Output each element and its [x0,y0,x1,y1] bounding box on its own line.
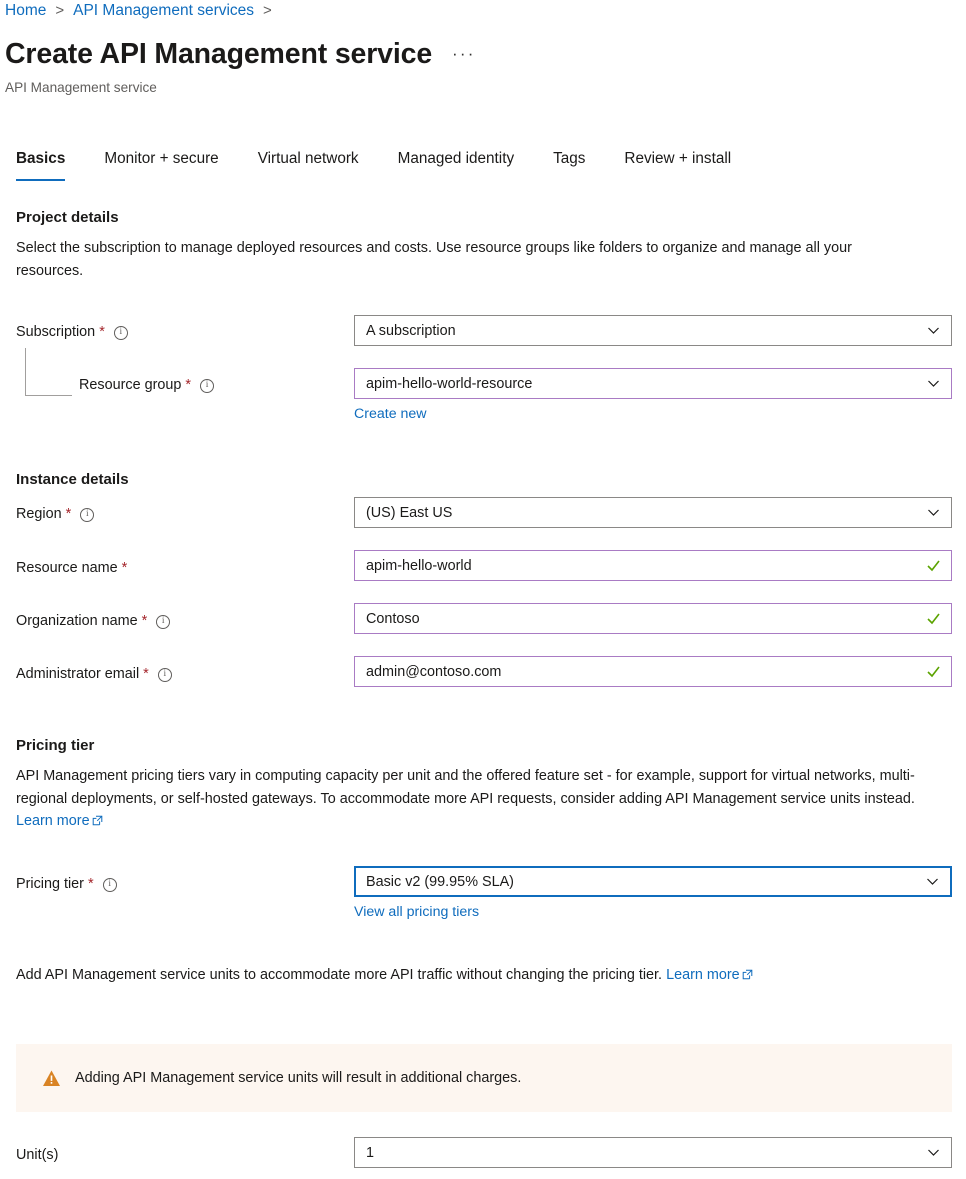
organization-name-input[interactable]: Contoso [354,603,952,634]
warning-triangle-icon [42,1069,61,1088]
breadcrumb-separator-icon: > [263,0,272,22]
breadcrumb-item-home[interactable]: Home [5,0,46,22]
info-icon[interactable]: i [156,615,170,629]
region-value: (US) East US [366,505,927,521]
subscription-label: Subscription * i [16,322,128,342]
chevron-down-icon [927,324,940,337]
title-row: Create API Management service ··· [5,36,478,72]
subscription-dropdown[interactable]: A subscription [354,315,952,346]
page-title: Create API Management service [5,36,432,72]
chevron-down-icon [927,377,940,390]
pricing-tier-value: Basic v2 (99.95% SLA) [366,874,926,890]
project-details-description: Select the subscription to manage deploy… [16,237,916,282]
external-link-icon [92,811,103,822]
required-marker: * [66,504,72,524]
resource-name-value: apim-hello-world [366,558,926,574]
external-link-icon [742,965,753,976]
valid-check-icon [926,611,941,626]
required-marker: * [88,874,94,894]
tab-virtual-network[interactable]: Virtual network [258,148,359,181]
section-heading-instance-details: Instance details [16,469,129,490]
resource-group-tree-connector [25,348,72,396]
region-label: Region * i [16,504,94,524]
pricing-tier-label-text: Pricing tier [16,874,84,894]
view-all-pricing-tiers-link[interactable]: View all pricing tiers [354,902,479,922]
required-marker: * [185,375,191,395]
tab-review-install[interactable]: Review + install [624,148,731,181]
breadcrumb: Home > API Management services > [5,0,272,22]
create-new-resource-group-link[interactable]: Create new [354,404,427,424]
section-heading-project-details: Project details [16,207,119,228]
resource-group-label: Resource group * i [79,375,214,395]
section-heading-pricing-tier: Pricing tier [16,735,94,756]
units-description-text: Add API Management service units to acco… [16,967,666,983]
tab-managed-identity[interactable]: Managed identity [398,148,515,181]
tab-basics[interactable]: Basics [16,148,65,181]
pricing-tier-learn-more-text: Learn more [16,813,90,829]
units-value: 1 [366,1145,927,1161]
units-learn-more-link[interactable]: Learn more [666,967,753,983]
administrator-email-value: admin@contoso.com [366,664,926,680]
pricing-tier-label: Pricing tier * i [16,874,117,894]
organization-name-label-text: Organization name [16,611,138,631]
required-marker: * [142,611,148,631]
required-marker: * [143,664,149,684]
page-subtitle: API Management service [5,78,157,97]
info-icon[interactable]: i [114,326,128,340]
units-label: Unit(s) [16,1145,58,1165]
chevron-down-icon [927,506,940,519]
required-marker: * [99,322,105,342]
units-description: Add API Management service units to acco… [16,964,956,987]
info-icon[interactable]: i [80,508,94,522]
pricing-tier-dropdown[interactable]: Basic v2 (99.95% SLA) [354,866,952,897]
required-marker: * [122,558,128,578]
administrator-email-input[interactable]: admin@contoso.com [354,656,952,687]
breadcrumb-item-api-management-services[interactable]: API Management services [73,0,254,22]
additional-charges-warning-banner: Adding API Management service units will… [16,1044,952,1112]
resource-name-label-text: Resource name [16,558,118,578]
info-icon[interactable]: i [158,668,172,682]
resource-name-input[interactable]: apim-hello-world [354,550,952,581]
units-learn-more-text: Learn more [666,967,740,983]
tab-monitor-secure[interactable]: Monitor + secure [104,148,218,181]
more-options-icon[interactable]: ··· [450,44,478,64]
chevron-down-icon [926,875,939,888]
organization-name-value: Contoso [366,611,926,627]
region-dropdown[interactable]: (US) East US [354,497,952,528]
subscription-value: A subscription [366,323,927,339]
resource-group-value: apim-hello-world-resource [366,376,927,392]
pricing-tier-learn-more-link[interactable]: Learn more [16,813,103,829]
breadcrumb-separator-icon: > [55,0,64,22]
tab-bar: Basics Monitor + secure Virtual network … [16,148,731,181]
resource-group-dropdown[interactable]: apim-hello-world-resource [354,368,952,399]
resource-group-label-text: Resource group [79,375,181,395]
region-label-text: Region [16,504,62,524]
resource-name-label: Resource name * [16,558,127,578]
info-icon[interactable]: i [200,379,214,393]
subscription-label-text: Subscription [16,322,95,342]
units-label-text: Unit(s) [16,1145,58,1165]
tab-tags[interactable]: Tags [553,148,585,181]
valid-check-icon [926,558,941,573]
chevron-down-icon [927,1146,940,1159]
valid-check-icon [926,664,941,679]
units-dropdown[interactable]: 1 [354,1137,952,1168]
info-icon[interactable]: i [103,878,117,892]
organization-name-label: Organization name * i [16,611,170,631]
warning-message: Adding API Management service units will… [75,1068,521,1088]
administrator-email-label-text: Administrator email [16,664,139,684]
pricing-tier-description: API Management pricing tiers vary in com… [16,765,946,833]
pricing-tier-description-text: API Management pricing tiers vary in com… [16,768,915,807]
create-api-management-service-page: Home > API Management services > Create … [0,0,966,1179]
administrator-email-label: Administrator email * i [16,664,172,684]
